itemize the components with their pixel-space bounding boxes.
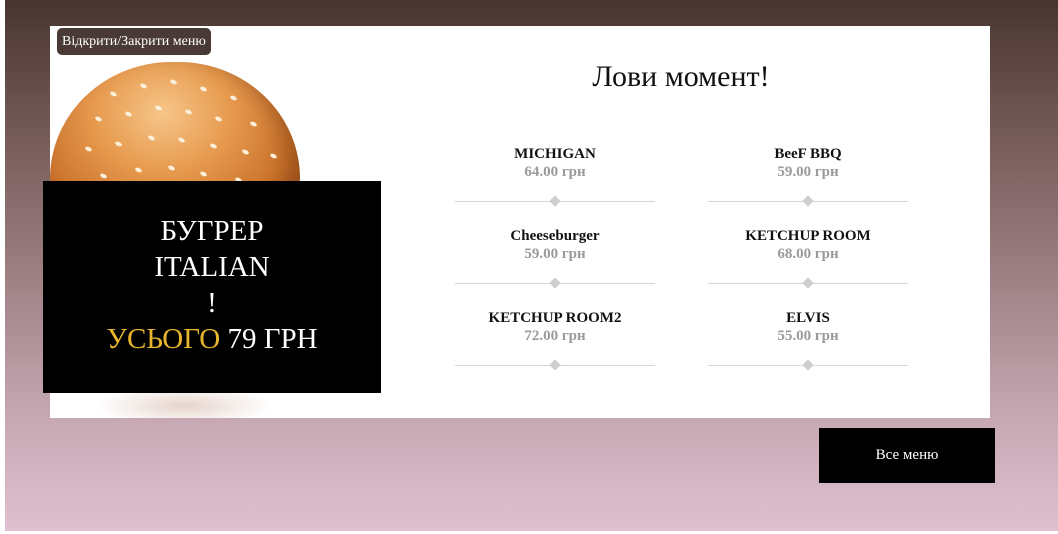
page-title: Лови момент! xyxy=(592,60,770,93)
menu-item-price: 64.00 грн xyxy=(524,164,586,180)
menu-item[interactable]: BeeF BBQ 59.00 грн xyxy=(708,145,908,207)
promo-banner: БУГРЕР ITALIAN ! УСЬОГО 79 ГРН xyxy=(43,181,381,393)
menu-item-price: 68.00 грн xyxy=(777,246,839,262)
menu-item-name: KETCHUP ROOM xyxy=(745,228,871,244)
menu-item-name: MICHIGAN xyxy=(514,146,596,162)
menu-item-price: 72.00 грн xyxy=(524,328,586,344)
divider xyxy=(708,359,908,371)
menu-item-name: ELVIS xyxy=(786,310,830,326)
promo-line-1: БУГРЕР xyxy=(160,215,264,247)
menu-item[interactable]: KETCHUP ROOM2 72.00 грн xyxy=(455,309,655,371)
menu-item[interactable]: Cheeseburger 59.00 грн xyxy=(455,227,655,289)
promo-total: УСЬОГО 79 ГРН xyxy=(43,321,381,357)
menu-item[interactable]: ELVIS 55.00 грн xyxy=(708,309,908,371)
menu-item-price: 59.00 грн xyxy=(777,164,839,180)
menu-item-name: Cheeseburger xyxy=(510,228,600,244)
menu-item-price: 59.00 грн xyxy=(524,246,586,262)
divider xyxy=(455,359,655,371)
divider xyxy=(708,195,908,207)
divider xyxy=(708,277,908,289)
promo-line-3: ! xyxy=(207,287,217,319)
promo-total-price: 79 ГРН xyxy=(227,323,318,355)
menu-item-name: BeeF BBQ xyxy=(774,146,842,162)
menu-toggle-button[interactable]: Відкрити/Закрити меню xyxy=(57,28,211,55)
menu-item[interactable]: MICHIGAN 64.00 грн xyxy=(455,145,655,207)
menu-item[interactable]: KETCHUP ROOM 68.00 грн xyxy=(708,227,908,289)
menu-item-price: 55.00 грн xyxy=(777,328,839,344)
promo-total-label: УСЬОГО xyxy=(106,323,221,355)
all-menu-button[interactable]: Все меню xyxy=(819,428,995,483)
menu-item-name: KETCHUP ROOM2 xyxy=(488,310,622,326)
promo-line-2: ITALIAN xyxy=(154,251,270,283)
divider xyxy=(455,195,655,207)
divider xyxy=(455,277,655,289)
